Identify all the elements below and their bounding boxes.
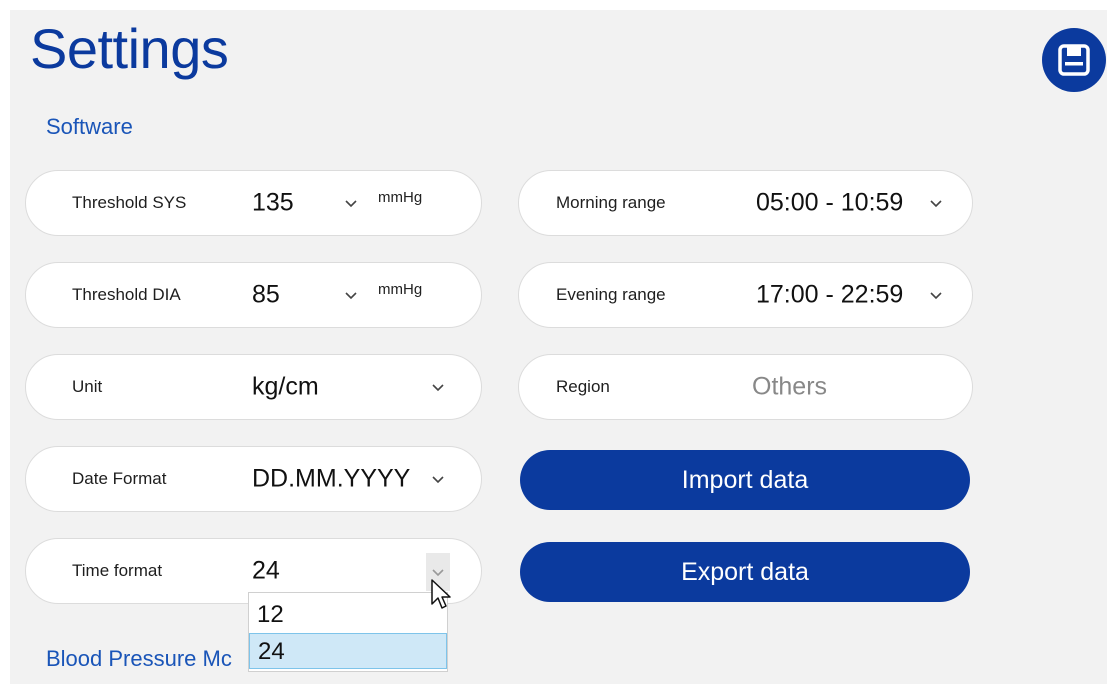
mouse-cursor-icon xyxy=(431,579,451,609)
unit-field[interactable]: Unit kg/cm xyxy=(25,354,482,420)
date-format-field[interactable]: Date Format DD.MM.YYYY xyxy=(25,446,482,512)
dropdown-option-12[interactable]: 12 xyxy=(249,597,447,633)
date-format-value[interactable]: DD.MM.YYYY xyxy=(252,465,410,494)
chevron-down-icon[interactable] xyxy=(431,567,445,577)
morning-range-value[interactable]: 05:00 - 10:59 xyxy=(756,189,903,218)
page-title: Settings xyxy=(30,17,229,80)
chevron-down-icon[interactable] xyxy=(344,290,358,300)
dropdown-option-24[interactable]: 24 xyxy=(249,633,447,669)
region-field[interactable]: Region Others xyxy=(518,354,973,420)
import-data-button[interactable]: Import data xyxy=(520,450,970,510)
chevron-down-icon[interactable] xyxy=(929,198,943,208)
chevron-down-icon[interactable] xyxy=(344,198,358,208)
evening-range-label: Evening range xyxy=(556,285,666,304)
region-value: Others xyxy=(752,372,828,401)
morning-range-field[interactable]: Morning range 05:00 - 10:59 xyxy=(518,170,973,236)
evening-range-value[interactable]: 17:00 - 22:59 xyxy=(756,281,903,310)
section-software: Software xyxy=(46,114,133,139)
export-data-button[interactable]: Export data xyxy=(520,542,970,602)
threshold-sys-label: Threshold SYS xyxy=(72,193,187,212)
unit-value[interactable]: kg/cm xyxy=(252,373,319,402)
threshold-dia-label: Threshold DIA xyxy=(72,285,181,304)
region-label: Region xyxy=(556,377,610,396)
threshold-sys-field[interactable]: Threshold SYS 135 mmHg xyxy=(25,170,482,236)
chevron-down-icon[interactable] xyxy=(929,290,943,300)
evening-range-field[interactable]: Evening range 17:00 - 22:59 xyxy=(518,262,973,328)
chevron-down-icon[interactable] xyxy=(431,382,445,392)
chevron-down-icon[interactable] xyxy=(431,474,445,484)
unit-label: Unit xyxy=(72,377,103,396)
floppy-disk-icon xyxy=(1058,44,1090,76)
time-format-label: Time format xyxy=(72,561,163,580)
time-format-dropdown-list: 12 24 xyxy=(248,592,448,672)
time-format-value[interactable]: 24 xyxy=(252,557,280,586)
save-button[interactable] xyxy=(1042,28,1106,92)
threshold-dia-field[interactable]: Threshold DIA 85 mmHg xyxy=(25,262,482,328)
threshold-sys-unit: mmHg xyxy=(378,189,423,206)
morning-range-label: Morning range xyxy=(556,193,666,212)
threshold-dia-value[interactable]: 85 xyxy=(252,281,280,310)
date-format-label: Date Format xyxy=(72,469,167,488)
threshold-sys-value[interactable]: 135 xyxy=(252,189,294,218)
threshold-dia-unit: mmHg xyxy=(378,281,423,298)
section-blood-pressure: Blood Pressure Mc xyxy=(46,646,232,671)
